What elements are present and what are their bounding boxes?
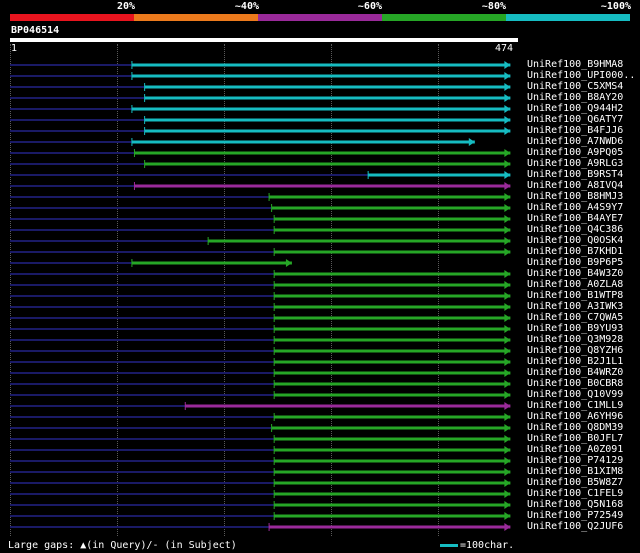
hit-arrow-head — [504, 72, 511, 80]
hit-arrow-head — [504, 105, 511, 113]
hit-arrow-head — [504, 325, 511, 333]
hit-arrow-head — [504, 358, 511, 366]
hit-name-label[interactable]: UniRef100_B9YU93 — [527, 323, 623, 334]
hit-arrow-head — [504, 446, 511, 454]
hit-arrow-head — [504, 94, 511, 102]
hit-name-label[interactable]: UniRef100_Q0OSK4 — [527, 235, 623, 246]
hit-name-label[interactable]: UniRef100_B0JFL7 — [527, 433, 623, 444]
hit-name-label[interactable]: UniRef100_B1XIM8 — [527, 466, 623, 477]
hit-name-label[interactable]: UniRef100_B9RST4 — [527, 169, 623, 180]
hit-name-label[interactable]: UniRef100_B7KHD1 — [527, 246, 623, 257]
hit-name-label[interactable]: UniRef100_B5W8Z7 — [527, 477, 623, 488]
hit-arrow-head — [504, 424, 511, 432]
hit-arrow-head — [504, 149, 511, 157]
hit-name-label[interactable]: UniRef100_B4AYE7 — [527, 213, 623, 224]
hit-arrow-head — [504, 226, 511, 234]
hit-name-label[interactable]: UniRef100_B4WRZ0 — [527, 367, 623, 378]
hit-name-label[interactable]: UniRef100_Q8DM39 — [527, 422, 623, 433]
hit-name-label[interactable]: UniRef100_C1MLL9 — [527, 400, 623, 411]
hit-arrow-head — [504, 391, 511, 399]
hit-name-label[interactable]: UniRef100_A9RLG3 — [527, 158, 623, 169]
hit-arrow-head — [504, 402, 511, 410]
hit-name-label[interactable]: UniRef100_Q2JUF6 — [527, 521, 623, 532]
hit-name-label[interactable]: UniRef100_A7NWD6 — [527, 136, 623, 147]
hit-arrow-head — [504, 171, 511, 179]
hit-arrow-head — [504, 215, 511, 223]
hit-arrow-head — [504, 193, 511, 201]
hit-name-label[interactable]: UniRef100_A4S9Y7 — [527, 202, 623, 213]
hit-arrow-head — [504, 490, 511, 498]
scale-legend-label: =100char. — [460, 540, 515, 551]
scale-legend-line — [440, 544, 458, 547]
hit-name-label[interactable]: UniRef100_C1FEL9 — [527, 488, 623, 499]
hit-arrow-head — [504, 182, 511, 190]
hit-name-label[interactable]: UniRef100_B4W3Z0 — [527, 268, 623, 279]
hit-name-label[interactable]: UniRef100_Q6ATY7 — [527, 114, 623, 125]
hit-name-label[interactable]: UniRef100_B4FJJ6 — [527, 125, 623, 136]
hit-arrow-head — [504, 413, 511, 421]
hit-name-label[interactable]: UniRef100_UPI000.. — [527, 70, 635, 81]
hit-name-label[interactable]: UniRef100_C5XMS4 — [527, 81, 623, 92]
hit-arrow-head — [504, 292, 511, 300]
hit-arrow-head — [504, 248, 511, 256]
hit-arrow-head — [504, 116, 511, 124]
hit-name-label[interactable]: UniRef100_Q8YZH6 — [527, 345, 623, 356]
hit-arrow-head — [504, 314, 511, 322]
hit-arrow-head — [504, 369, 511, 377]
hit-arrow-head — [504, 336, 511, 344]
hit-arrow-head — [504, 127, 511, 135]
hit-name-label[interactable]: UniRef100_A0Z091 — [527, 444, 623, 455]
hit-arrow-head — [504, 512, 511, 520]
hit-arrow-head — [468, 138, 475, 146]
hit-name-label[interactable]: UniRef100_B1WTP8 — [527, 290, 623, 301]
hit-name-label[interactable]: UniRef100_Q944H2 — [527, 103, 623, 114]
hit-arrow-head — [504, 83, 511, 91]
hit-name-label[interactable]: UniRef100_B8HMJ3 — [527, 191, 623, 202]
hit-arrow-head — [504, 468, 511, 476]
large-gaps-legend: Large gaps: ▲(in Query)/‐ (in Subject) — [8, 540, 237, 551]
hit-arrow-head — [504, 501, 511, 509]
hit-arrow-head — [504, 347, 511, 355]
hit-arrow-head — [504, 237, 511, 245]
hit-arrow-head — [504, 270, 511, 278]
hit-name-label[interactable]: UniRef100_A6YH96 — [527, 411, 623, 422]
hit-name-label[interactable]: UniRef100_P72549 — [527, 510, 623, 521]
hit-arrow-head — [504, 457, 511, 465]
hit-arrow-head — [504, 435, 511, 443]
hit-arrow-head — [504, 160, 511, 168]
hit-name-label[interactable]: UniRef100_A0ZLA8 — [527, 279, 623, 290]
hit-arrow-head — [504, 61, 511, 69]
hit-name-label[interactable]: UniRef100_B8AY20 — [527, 92, 623, 103]
hit-name-label[interactable]: UniRef100_A9PQ05 — [527, 147, 623, 158]
hit-name-label[interactable]: UniRef100_C7QWA5 — [527, 312, 623, 323]
hit-arrow-head — [504, 303, 511, 311]
hit-arrow-head — [504, 523, 511, 531]
hit-arrow-head — [504, 380, 511, 388]
hit-name-label[interactable]: UniRef100_P74129 — [527, 455, 623, 466]
hit-arrow-head — [285, 259, 292, 267]
hit-name-label[interactable]: UniRef100_Q5N168 — [527, 499, 623, 510]
hit-name-label[interactable]: UniRef100_A8IVQ4 — [527, 180, 623, 191]
hit-arrow-head — [504, 479, 511, 487]
hit-name-label[interactable]: UniRef100_B9HMA8 — [527, 59, 623, 70]
hit-name-label[interactable]: UniRef100_B9P6P5 — [527, 257, 623, 268]
hit-name-label[interactable]: UniRef100_Q3M928 — [527, 334, 623, 345]
hit-arrow-head — [504, 281, 511, 289]
hit-arrow-head — [504, 204, 511, 212]
hit-name-label[interactable]: UniRef100_B2J1L1 — [527, 356, 623, 367]
hit-name-label[interactable]: UniRef100_A3IWK3 — [527, 301, 623, 312]
hit-name-label[interactable]: UniRef100_Q4C386 — [527, 224, 623, 235]
hit-name-label[interactable]: UniRef100_B0CBR8 — [527, 378, 623, 389]
hit-name-label[interactable]: UniRef100_Q10V99 — [527, 389, 623, 400]
